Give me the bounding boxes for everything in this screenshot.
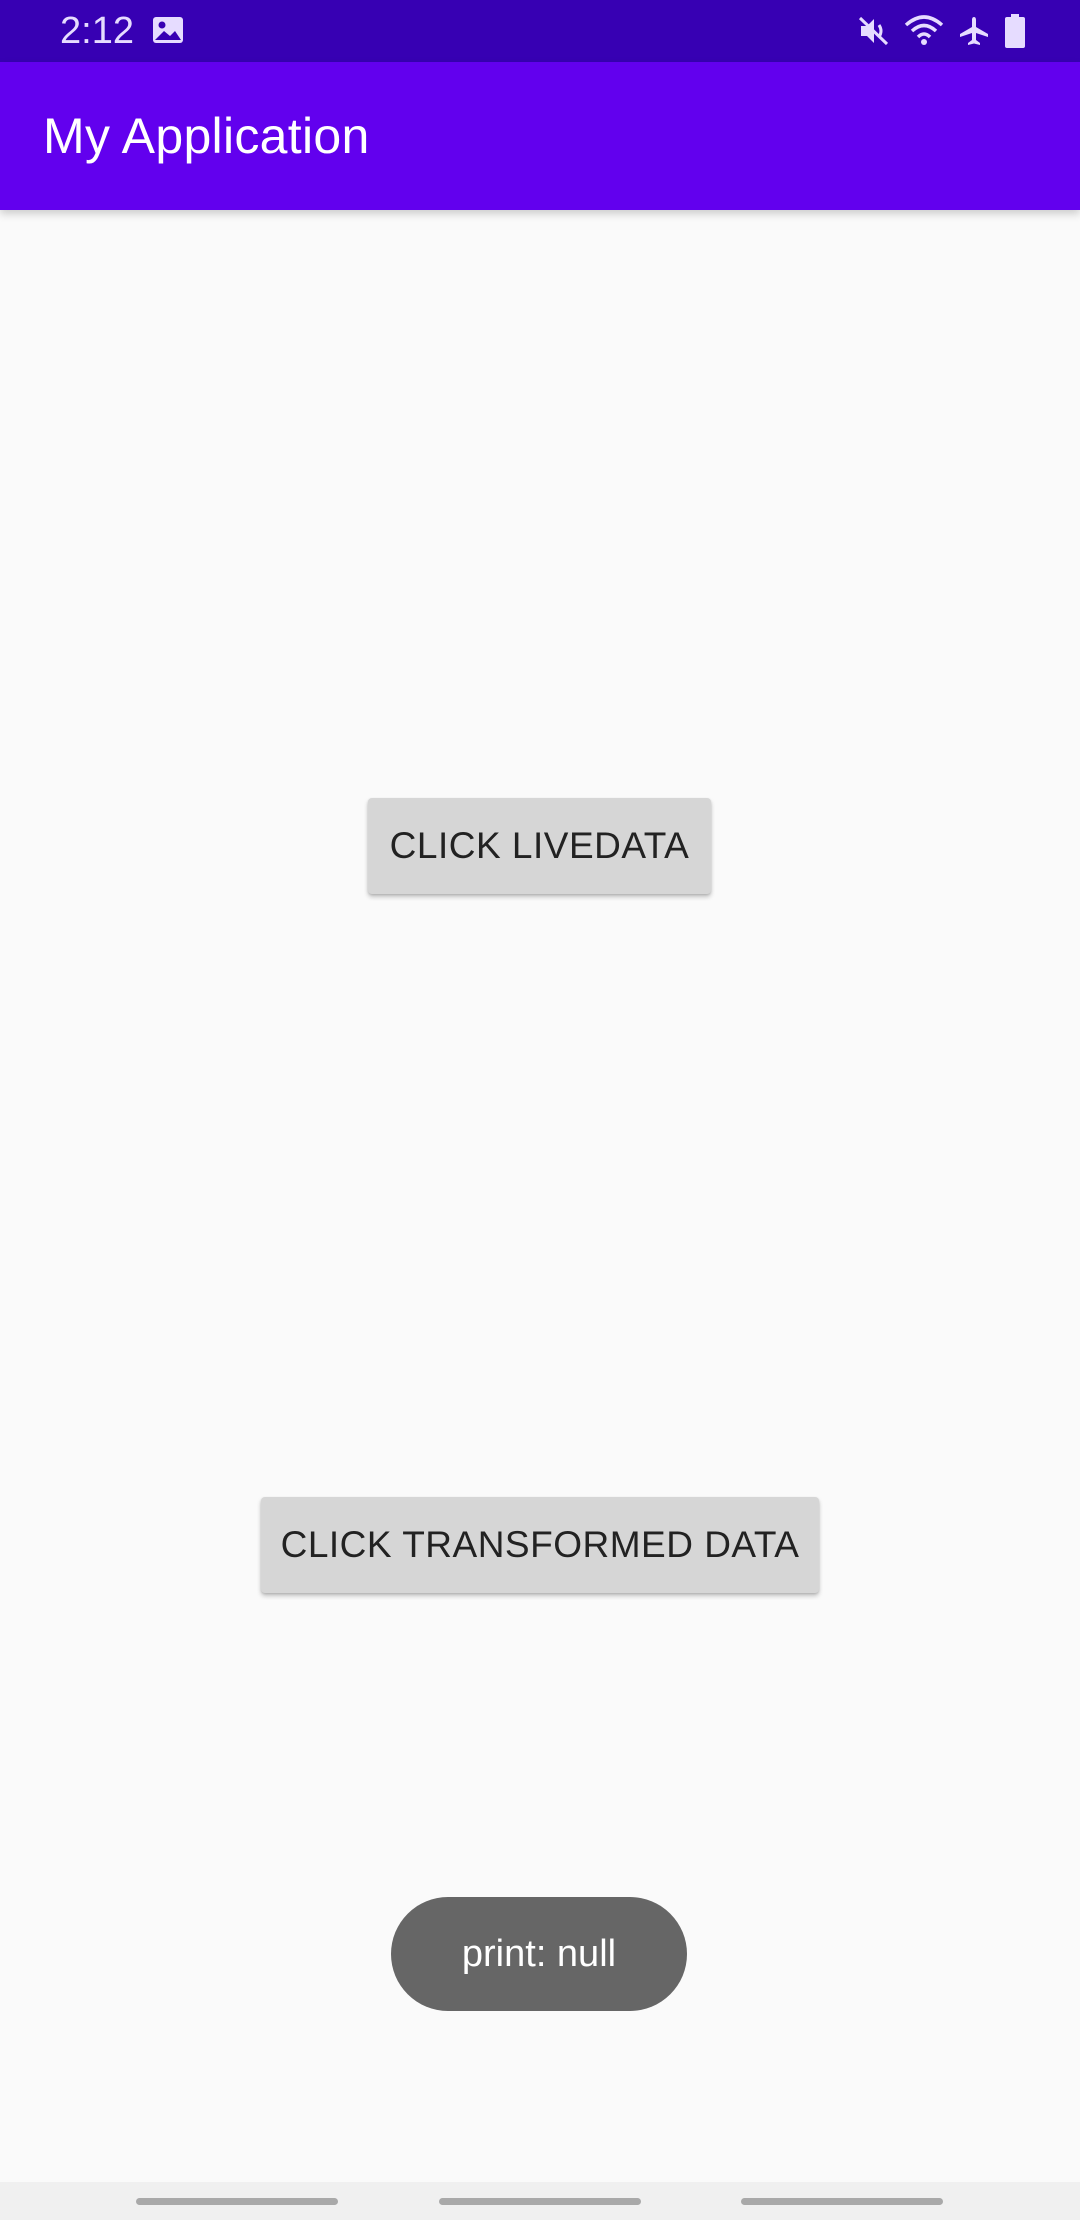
status-bar: 2:12 [0, 0, 1080, 62]
nav-handle-center[interactable] [439, 2198, 641, 2205]
nav-handle-left[interactable] [136, 2198, 338, 2205]
battery-icon [1004, 14, 1026, 48]
toast-message: print: null [391, 1897, 687, 2011]
nav-handle-right[interactable] [741, 2198, 943, 2205]
mute-icon [858, 15, 890, 47]
status-icons [858, 12, 1026, 50]
app-bar: My Application [0, 62, 1080, 210]
wifi-icon [904, 15, 944, 47]
app-title: My Application [43, 108, 370, 164]
airplane-icon [958, 15, 990, 47]
status-time: 2:12 [60, 10, 134, 52]
gallery-icon [152, 16, 184, 44]
click-livedata-button[interactable]: CLICK LIVEDATA [368, 798, 711, 894]
click-transformed-data-button[interactable]: CLICK TRANSFORMED DATA [261, 1497, 819, 1593]
gesture-nav-bar [0, 2182, 1080, 2220]
